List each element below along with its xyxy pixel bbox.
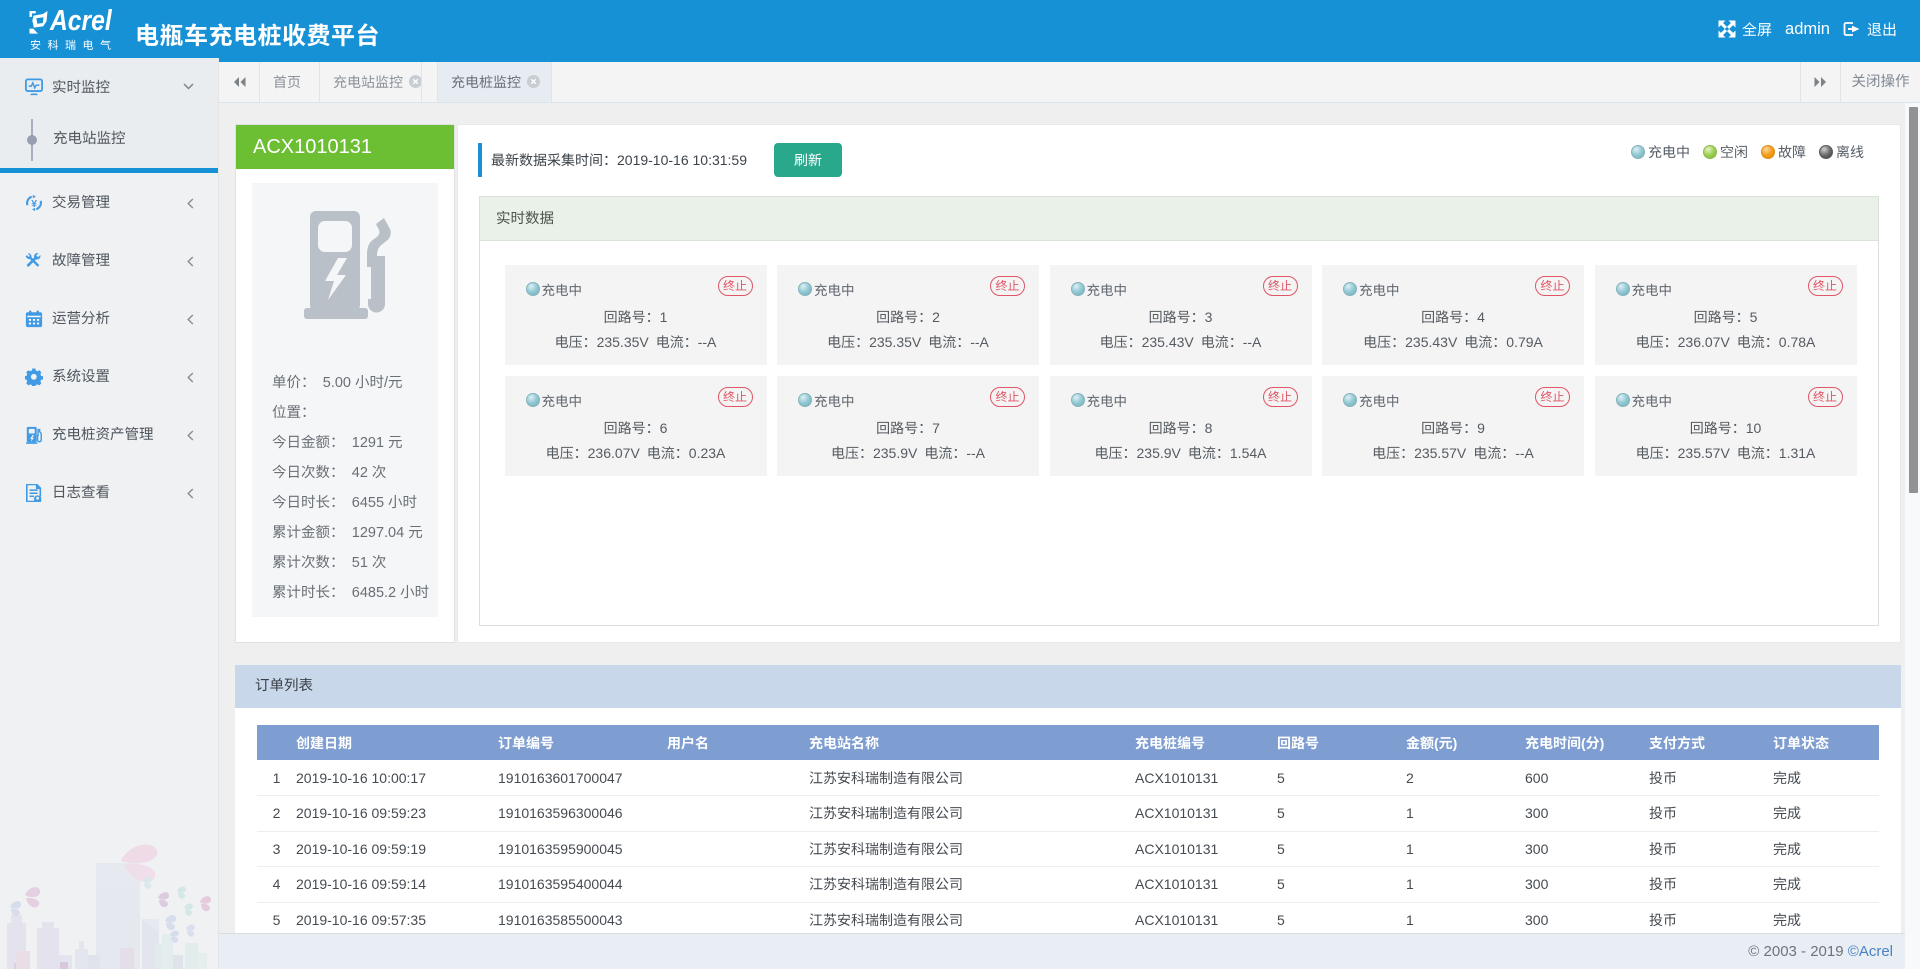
svg-text:¥: ¥ xyxy=(31,199,37,210)
